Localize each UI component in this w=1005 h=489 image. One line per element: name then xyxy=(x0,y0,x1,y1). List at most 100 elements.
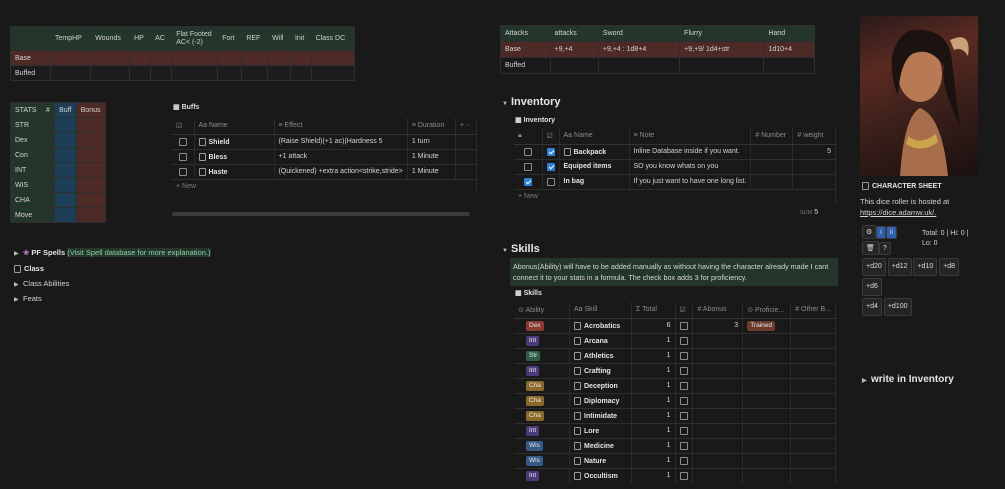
ability-cell[interactable] xyxy=(54,207,77,223)
inv-checkbox[interactable] xyxy=(523,177,532,186)
table-row[interactable]: Haste (Quickened) +extra action<strike,st… xyxy=(172,163,478,179)
table-row[interactable]: Int Crafting 1 xyxy=(514,362,836,378)
class-link[interactable]: Class xyxy=(24,264,44,273)
stats-cell[interactable] xyxy=(289,65,312,81)
table-row[interactable]: Wis Nature 1 xyxy=(514,452,836,468)
stats-cell[interactable] xyxy=(217,50,243,66)
ability-cell[interactable] xyxy=(40,177,56,193)
attacks-cell[interactable]: Buffed xyxy=(500,57,551,74)
table-row[interactable]: Wis Medicine 1 xyxy=(514,437,836,453)
ability-cell[interactable] xyxy=(40,192,56,208)
buffs-col-duration[interactable]: ≡ Duration xyxy=(407,118,456,135)
skill-prof-checkbox[interactable] xyxy=(679,351,688,360)
skill-prof-checkbox[interactable] xyxy=(679,336,688,345)
buff-checkbox[interactable] xyxy=(178,137,187,146)
d12-button[interactable]: +d12 xyxy=(887,258,912,276)
buffs-add-column[interactable]: + ·· xyxy=(455,118,478,135)
ability-cell[interactable] xyxy=(40,147,56,163)
skill-prof-checkbox[interactable] xyxy=(679,366,688,375)
d8-button[interactable]: +d8 xyxy=(939,258,960,276)
info-icon[interactable]: i xyxy=(876,226,886,239)
buffs-col-effect[interactable]: ≡ Effect xyxy=(274,118,408,135)
skill-prof-checkbox[interactable] xyxy=(679,381,688,390)
stats-cell[interactable] xyxy=(171,50,219,66)
stats-cell[interactable] xyxy=(150,50,173,66)
attacks-cell[interactable]: +9,+4 xyxy=(549,41,599,58)
inv-col-weight[interactable]: # weight xyxy=(792,128,836,145)
attacks-cell[interactable]: +9,+9/ 1d4+str xyxy=(679,41,765,58)
inv-weight[interactable]: 5 xyxy=(792,143,836,159)
spells-link[interactable]: PF Spells xyxy=(31,248,65,257)
ability-cell[interactable] xyxy=(75,207,107,223)
skill-name[interactable]: Deception xyxy=(584,382,618,389)
stats-cell[interactable] xyxy=(129,50,152,66)
ability-cell[interactable] xyxy=(54,162,77,178)
buffs-col-name[interactable]: Aa Name xyxy=(194,118,275,135)
table-row[interactable]: Int Lore 1 xyxy=(514,422,836,438)
dice-url-link[interactable]: https://dice.adamw.uk/. xyxy=(860,208,936,217)
skills-heading[interactable]: ▼ Skills xyxy=(502,243,540,255)
ability-cell[interactable] xyxy=(75,147,107,163)
skill-name[interactable]: Athletics xyxy=(584,352,614,359)
skill-name[interactable]: Nature xyxy=(584,457,606,464)
buff-name[interactable]: Haste xyxy=(209,168,228,175)
skill-name[interactable]: Occultism xyxy=(584,473,618,480)
skill-name[interactable]: Intimidate xyxy=(584,412,617,419)
ability-cell[interactable] xyxy=(75,177,107,193)
d100-button[interactable]: +d100 xyxy=(883,298,912,316)
skill-name[interactable]: Acrobatics xyxy=(584,322,620,329)
skill-name[interactable]: Lore xyxy=(584,427,599,434)
inv-number[interactable] xyxy=(750,158,794,174)
table-row[interactable]: Cha Diplomacy 1 xyxy=(514,392,836,408)
table-row[interactable]: Int Arcana 1 xyxy=(514,332,836,348)
skill-abonus[interactable]: 3 xyxy=(692,317,744,333)
spells-toggle[interactable]: ▶ ❀ PF Spells (Visit Spell database for m… xyxy=(14,248,211,257)
skill-name[interactable]: Diplomacy xyxy=(584,397,619,404)
stats-cell[interactable] xyxy=(241,50,269,66)
attacks-cell[interactable]: 1d10+4 xyxy=(763,41,815,58)
class-abilities-toggle[interactable]: ▶ Class Abilities xyxy=(14,279,69,288)
table-row[interactable]: Cha Intimidate 1 xyxy=(514,407,836,423)
skill-name[interactable]: Arcana xyxy=(584,337,608,344)
ability-cell[interactable] xyxy=(75,162,107,178)
buff-name[interactable]: Shield xyxy=(209,138,230,145)
table-row[interactable]: Cha Deception 1 xyxy=(514,377,836,393)
buff-duration[interactable]: 1 Minute xyxy=(407,148,456,164)
trash-icon[interactable]: 🗑︎ xyxy=(862,241,879,255)
buff-name[interactable]: Bless xyxy=(209,153,228,160)
buff-effect[interactable]: (Quickened) +extra action<strike,stride> xyxy=(274,163,408,179)
table-row[interactable]: Dex Acrobatics 6 3 Trained xyxy=(514,317,836,333)
d20-button[interactable]: +d20 xyxy=(862,258,886,276)
stats-cell[interactable] xyxy=(267,65,291,81)
table-row[interactable]: Shield (Raise Shield)(+1 ac)(Hardness 51 … xyxy=(172,133,478,149)
stats-cell[interactable] xyxy=(217,65,243,81)
skills-col-abonus[interactable]: # Abonus xyxy=(692,302,744,319)
skill-prof-checkbox[interactable] xyxy=(679,321,688,330)
class-page[interactable]: Class xyxy=(14,264,44,274)
inv-checkbox[interactable] xyxy=(546,147,555,156)
ability-cell[interactable] xyxy=(54,147,77,163)
table-row[interactable]: Backpack Inline Database inside if you wa… xyxy=(514,143,836,159)
inv-name[interactable]: Backpack xyxy=(574,148,607,155)
ability-cell[interactable] xyxy=(40,117,56,133)
inv-number[interactable] xyxy=(750,143,794,159)
ability-cell[interactable] xyxy=(54,132,77,148)
stats-cell[interactable] xyxy=(49,65,92,81)
skills-col-total[interactable]: Σ Total xyxy=(631,302,676,319)
inv-checkbox[interactable] xyxy=(546,162,555,171)
buffs-db-title[interactable]: ▦ Buffs xyxy=(173,103,199,111)
gear-icon[interactable]: ⚙ xyxy=(862,225,877,239)
ability-cell[interactable] xyxy=(75,117,107,133)
table-row[interactable]: Str Athletics 1 xyxy=(514,347,836,363)
skill-prof-checkbox[interactable] xyxy=(679,396,688,405)
stats-cell[interactable] xyxy=(241,65,269,81)
skill-prof-checkbox[interactable] xyxy=(679,411,688,420)
table-row[interactable]: Bless +1 attack 1 Minute xyxy=(172,148,478,164)
inv-weight[interactable] xyxy=(792,173,836,189)
ability-cell[interactable] xyxy=(75,132,107,148)
stats-cell[interactable] xyxy=(129,65,152,81)
write-inventory-toggle[interactable]: ▶ write in Inventory xyxy=(862,374,954,385)
stats-cell[interactable] xyxy=(90,65,131,81)
skill-prof-checkbox[interactable] xyxy=(679,441,688,450)
skill-name[interactable]: Crafting xyxy=(584,367,611,374)
